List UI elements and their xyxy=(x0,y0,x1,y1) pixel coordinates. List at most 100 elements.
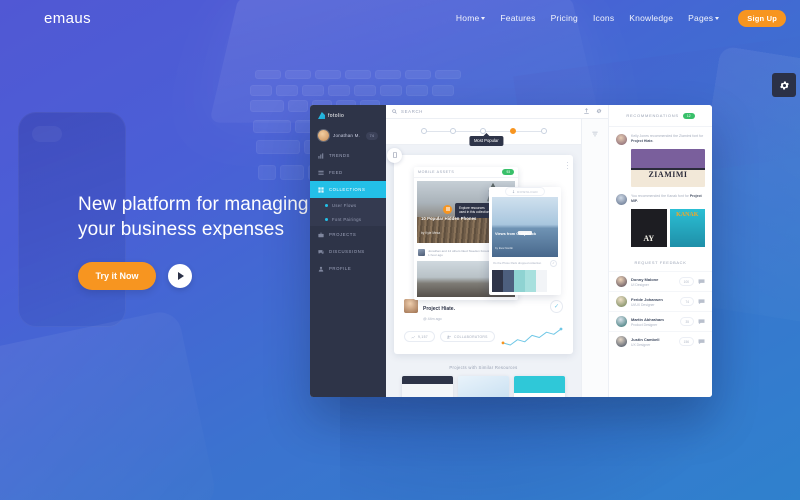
sidebar-subitem-font-pairings[interactable]: Font Pairings xyxy=(310,212,386,226)
feedback-count: 35 xyxy=(680,317,694,326)
search-icon[interactable] xyxy=(392,109,397,114)
sidebar-item-feed[interactable]: FEED xyxy=(310,164,386,181)
sidebar-item-label: DISCUSSIONS xyxy=(329,249,365,254)
chat-icon xyxy=(318,249,324,254)
mockup-a-badge: 93 xyxy=(502,168,514,175)
tag-collaborators[interactable]: COLLABORATORS xyxy=(440,331,495,343)
sidebar-item-label: COLLECTIONS xyxy=(329,187,366,192)
sidebar-user[interactable]: Jonathan M. 74 xyxy=(310,126,386,147)
feedback-person-name: Feride Johansen xyxy=(631,296,663,302)
slider-dot[interactable] xyxy=(449,128,456,135)
slider-track[interactable] xyxy=(420,128,547,135)
caption-project: Project Hiate. xyxy=(423,306,455,313)
feedback-person-role: UI Designer xyxy=(631,282,649,287)
hotspot-marker[interactable] xyxy=(443,204,452,214)
similar-projects-row xyxy=(394,375,573,397)
feedback-person-row[interactable]: Donny Malone UI Designer 100 xyxy=(609,271,712,291)
similar-thumb-product[interactable] xyxy=(458,375,509,397)
sidebar-item-label: TRENDS xyxy=(329,153,350,158)
feed-card[interactable]: MOBILE ASSETS 93 Explore resources used … xyxy=(387,147,573,354)
recommendation-prefix: You recommended the Kanak font for xyxy=(631,194,690,198)
kanak-poster-pair[interactable]: AY KANAK xyxy=(631,209,705,247)
mockup-b-footer: It's the Photo Pack dropped collection ✓ xyxy=(489,257,561,270)
feedback-person-name: Justin Cambell xyxy=(631,336,660,342)
feedback-count: 74 xyxy=(680,297,694,306)
check-icon[interactable]: ✓ xyxy=(550,259,557,267)
nav-item-icons[interactable]: Icons xyxy=(593,13,614,23)
search-input[interactable]: SEARCH xyxy=(401,109,423,114)
nav-item-home[interactable]: Home xyxy=(456,13,486,23)
chat-icon[interactable] xyxy=(698,338,705,345)
ziamimi-poster[interactable]: ZIAMIMI xyxy=(631,149,705,187)
tag-label: COLLABORATORS xyxy=(454,334,488,339)
similar-projects-title: Projects with Similar Resources xyxy=(449,364,518,370)
recommendation-item[interactable]: You recommended the Kanak font for Proje… xyxy=(609,187,712,205)
feedback-person-row[interactable]: Justin Cambell UX Designer 156 xyxy=(609,331,712,351)
feed-icon xyxy=(318,170,324,175)
mockup-b-footer-text: It's the Photo Pack dropped collection xyxy=(493,261,542,266)
feedback-person-name: Martin Abhraham xyxy=(631,316,664,322)
filter-icon[interactable] xyxy=(592,131,598,137)
mobile-preview-button[interactable] xyxy=(387,147,402,163)
nav-item-pages[interactable]: Pages xyxy=(688,13,720,23)
sidebar-item-collections[interactable]: COLLECTIONS xyxy=(310,181,386,198)
sidebar-item-profile[interactable]: PROFILE xyxy=(310,260,386,277)
gear-icon[interactable] xyxy=(596,108,602,114)
brand-logo[interactable]: emaus xyxy=(44,10,91,27)
forest-photo-title: 10 Popular Hidden Phones xyxy=(421,215,477,221)
download-button[interactable]: DOWNLOAD xyxy=(505,187,545,197)
sidebar-subitem-user-flows[interactable]: User Flows xyxy=(310,198,386,212)
download-icon xyxy=(512,189,515,194)
avatar xyxy=(616,276,627,287)
avatar xyxy=(616,134,627,145)
caption-time: @ 44m ago xyxy=(423,316,442,321)
hero-copy: New platform for managing your business … xyxy=(78,192,318,290)
recommendations-count: 12 xyxy=(682,112,695,119)
sidebar-subitem-label: User Flows xyxy=(332,202,357,208)
sidebar-item-trends[interactable]: TRENDS xyxy=(310,147,386,164)
try-it-now-button[interactable]: Try it Now xyxy=(78,262,156,290)
feed-scroll-area: MOBILE ASSETS 93 Explore resources used … xyxy=(386,145,581,397)
chat-icon[interactable] xyxy=(698,318,705,325)
similar-thumb-portfolio[interactable] xyxy=(514,375,565,397)
gear-icon xyxy=(779,81,789,89)
play-video-button[interactable] xyxy=(168,264,192,288)
avatar xyxy=(616,336,627,347)
poster-word: KANAK xyxy=(676,212,699,218)
briefcase-icon xyxy=(318,232,324,237)
avatar xyxy=(404,299,418,314)
mockup-card-b[interactable]: DOWNLOAD Views from Gröfjäback by Eva No… xyxy=(489,186,561,295)
sea-photo-title: Views from Gröfjäback xyxy=(495,231,537,236)
upload-icon[interactable] xyxy=(584,108,589,115)
sidebar-item-discussions[interactable]: DISCUSSIONS xyxy=(310,243,386,260)
feedback-person-row[interactable]: Feride Johansen UI/UX Designer 74 xyxy=(609,291,712,311)
feedback-person-row[interactable]: Martin Abhraham Product Designer 35 xyxy=(609,311,712,331)
recommendation-item[interactable]: Kelly Jones recommended the Ziamimi font… xyxy=(609,127,712,145)
slider-dot[interactable] xyxy=(420,128,427,135)
sea-photo-caption: Views from Gröfjäback by Eva Nordin xyxy=(495,232,536,254)
tag-shares[interactable]: 9,157 xyxy=(404,331,435,343)
grid-icon xyxy=(445,207,450,212)
slider-dot-active[interactable] xyxy=(509,128,516,135)
popularity-slider[interactable]: Most Popular xyxy=(386,118,581,146)
nav-item-features[interactable]: Features xyxy=(500,13,535,23)
recommendations-title: RECOMMENDATIONS xyxy=(626,113,679,118)
request-feedback-title: REQUEST FEEDBACK xyxy=(634,260,687,265)
slider-dot[interactable] xyxy=(540,128,547,135)
similar-thumb-dashboard[interactable] xyxy=(402,375,453,397)
app-logo[interactable]: fotolio xyxy=(310,105,386,126)
feedback-person-info: Justin Cambell UX Designer xyxy=(631,337,659,347)
sign-up-button[interactable]: Sign Up xyxy=(738,9,786,27)
tag-label: 9,157 xyxy=(418,334,428,339)
approve-button[interactable]: ✓ xyxy=(550,299,563,313)
nav-item-pricing[interactable]: Pricing xyxy=(551,13,578,23)
avatar xyxy=(418,249,425,257)
chat-icon[interactable] xyxy=(698,298,705,305)
feedback-count: 100 xyxy=(678,277,694,286)
app-right-panel: RECOMMENDATIONS 12 Kelly Jones recommend… xyxy=(608,105,712,397)
sidebar-item-projects[interactable]: PROJECTS xyxy=(310,226,386,243)
theme-settings-button[interactable] xyxy=(772,73,796,97)
nav-item-knowledge[interactable]: Knowledge xyxy=(629,13,673,23)
chat-icon[interactable] xyxy=(698,278,705,285)
kebab-menu-icon[interactable] xyxy=(566,161,568,170)
